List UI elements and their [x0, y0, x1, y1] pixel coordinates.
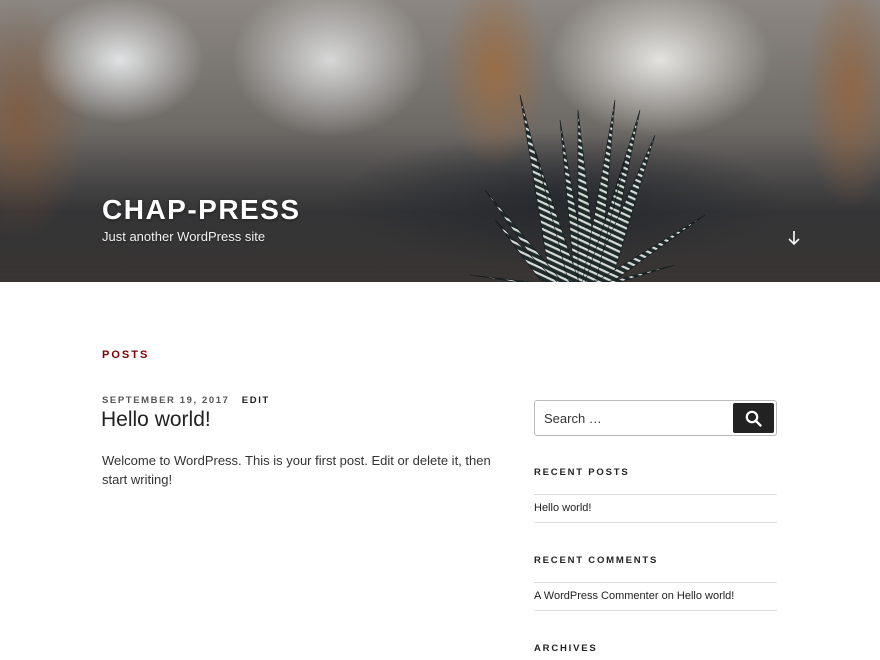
site-description: Just another WordPress site [102, 229, 266, 244]
site-header: CHAP-PRESS Just another WordPress site [0, 0, 880, 282]
edit-link[interactable]: EDIT [242, 395, 270, 406]
arrow-down-icon[interactable] [785, 230, 803, 248]
comment-author-link[interactable]: A WordPress Commenter [534, 590, 659, 602]
search-button[interactable] [733, 403, 774, 433]
recent-posts-title: RECENT POSTS [534, 467, 630, 478]
comment-on-text: on [661, 590, 674, 602]
site-title[interactable]: CHAP-PRESS [102, 194, 301, 226]
recent-post-link[interactable]: Hello world! [534, 502, 591, 514]
list-item: Hello world! [534, 495, 777, 522]
post-excerpt: Welcome to WordPress. This is your first… [102, 453, 491, 487]
post-meta: SEPTEMBER 19, 2017 EDIT [102, 395, 270, 406]
search-icon [745, 410, 762, 427]
comment-post-link[interactable]: Hello world! [677, 590, 734, 602]
list-item: A WordPress Commenter on Hello world! [534, 583, 777, 610]
search-form [534, 400, 777, 436]
search-input[interactable] [535, 401, 733, 435]
post-date[interactable]: SEPTEMBER 19, 2017 [102, 395, 230, 406]
plant-image [469, 94, 706, 282]
post-title[interactable]: Hello world! [101, 408, 211, 432]
archives-title: ARCHIVES [534, 643, 598, 654]
recent-comments-list: A WordPress Commenter on Hello world! [534, 582, 777, 611]
recent-comments-title: RECENT COMMENTS [534, 555, 659, 566]
page-title: POSTS [102, 349, 150, 361]
recent-posts-list: Hello world! [534, 494, 777, 523]
site-branding: CHAP-PRESS Just another WordPress site [102, 194, 301, 244]
